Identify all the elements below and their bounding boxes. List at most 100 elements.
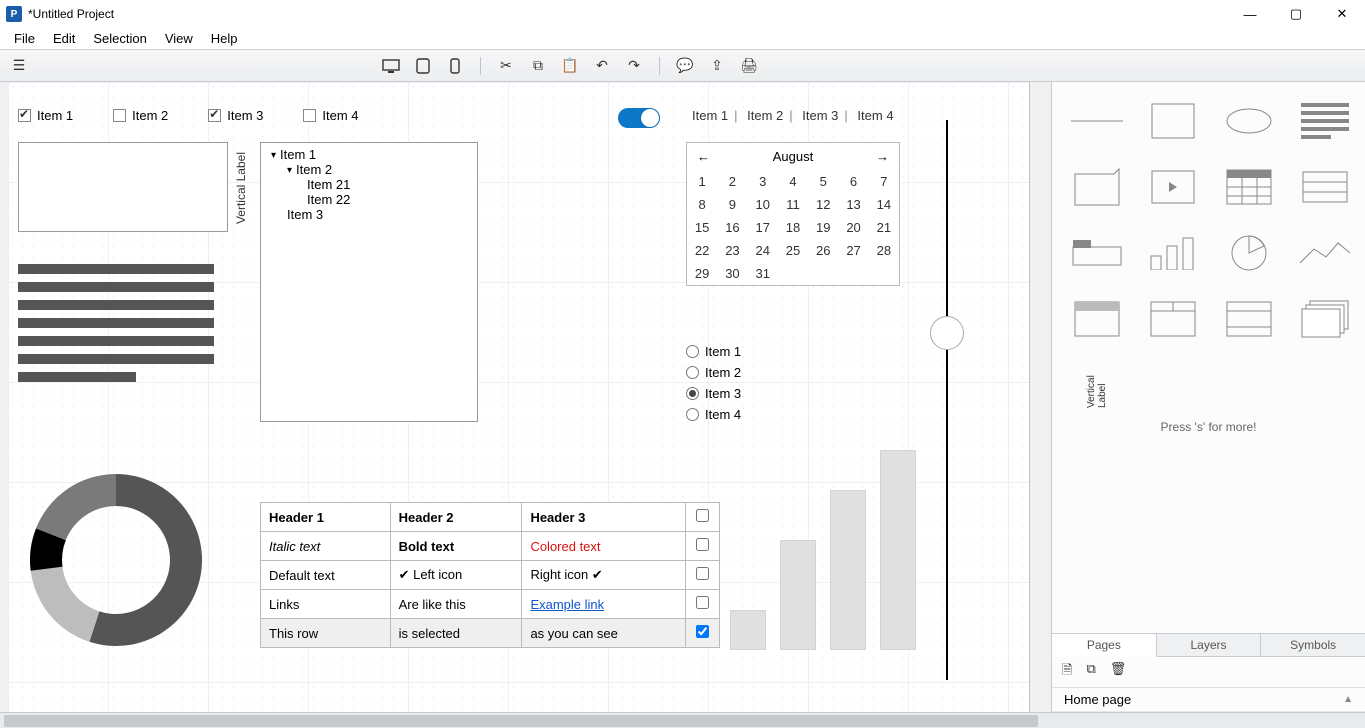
wf-textarea[interactable] [18,142,228,232]
calendar-day[interactable]: 17 [748,216,778,239]
redo-icon[interactable]: ↷ [623,55,645,77]
calendar-day[interactable]: 31 [748,262,778,285]
share-icon[interactable]: ⇪ [706,55,728,77]
calendar-day[interactable]: 3 [748,170,778,193]
scrollbar-thumb[interactable] [4,715,1038,727]
wf-calendar[interactable]: ← August → 12345678910111213141516171819… [686,142,900,286]
stencil-pie-icon[interactable] [1218,230,1280,276]
calendar-day[interactable]: 24 [748,239,778,262]
stencil-stack-icon[interactable] [1294,296,1356,342]
menu-selection[interactable]: Selection [85,29,154,48]
calendar-day[interactable]: 10 [748,193,778,216]
wf-checkbox-2[interactable]: Item 2 [113,108,168,123]
calendar-day[interactable]: 28 [869,239,899,262]
calendar-day[interactable]: 18 [778,216,808,239]
table-row[interactable]: LinksAre like thisExample link [261,590,720,619]
page-list-item[interactable]: Home page ▲ [1052,688,1365,712]
wf-checkbox-4[interactable]: Item 4 [303,108,358,123]
duplicate-page-icon[interactable]: ⧉ [1086,661,1095,683]
calendar-day[interactable]: 30 [717,262,747,285]
canvas[interactable]: Item 1 Item 2 Item 3 Item 4 Vertical Lab… [8,82,1030,712]
stencil-grid-icon[interactable] [1218,164,1280,210]
tree-item[interactable]: Item 2 [267,162,471,177]
calendar-day[interactable]: 16 [717,216,747,239]
stencil-bars-icon[interactable] [1142,230,1204,276]
table-row[interactable]: This rowis selectedas you can see [261,619,720,648]
page-list[interactable]: Home page ▲ [1052,688,1365,712]
calendar-day[interactable]: 23 [717,239,747,262]
tablet-icon[interactable] [412,55,434,77]
stencil-layout2-icon[interactable] [1142,296,1204,342]
calendar-day[interactable]: 1 [687,170,717,193]
stencil-browser-icon[interactable] [1066,296,1128,342]
calendar-day[interactable]: 25 [778,239,808,262]
stencil-linechart-icon[interactable] [1294,230,1356,276]
calendar-day[interactable]: 9 [717,193,747,216]
phone-icon[interactable] [444,55,466,77]
desktop-icon[interactable] [380,55,402,77]
canvas-area[interactable]: Item 1 Item 2 Item 3 Item 4 Vertical Lab… [0,82,1051,712]
breadcrumb-item[interactable]: Item 1 [692,108,728,123]
maximize-button[interactable]: ▢ [1273,0,1319,28]
comment-icon[interactable]: 💬 [674,55,696,77]
calendar-day[interactable]: 14 [869,193,899,216]
wf-switch[interactable] [618,108,660,128]
wf-radio-1[interactable]: Item 1 [686,344,741,359]
calendar-next-icon[interactable]: → [876,149,889,164]
breadcrumb-item[interactable]: Item 2 [747,108,783,123]
breadcrumb-item[interactable]: Item 3 [802,108,838,123]
wf-tree[interactable]: Item 1 Item 2 Item 21 Item 22 Item 3 [260,142,478,422]
menu-edit[interactable]: Edit [45,29,83,48]
wf-checkbox-1[interactable]: Item 1 [18,108,73,123]
menu-view[interactable]: View [157,29,201,48]
stencil-video-icon[interactable] [1142,164,1204,210]
calendar-day[interactable]: 15 [687,216,717,239]
calendar-day[interactable]: 2 [717,170,747,193]
close-button[interactable]: ✕ [1319,0,1365,28]
menu-file[interactable]: File [6,29,43,48]
print-icon[interactable]: 🖨 [738,55,760,77]
stencil-library[interactable]: Vertical Label Press 's' for more! [1052,82,1365,633]
wf-vertical-slider[interactable] [946,120,948,680]
page-toggle-icon[interactable]: ▲ [1343,694,1353,705]
wf-radio-3[interactable]: Item 3 [686,386,741,401]
hamburger-icon[interactable]: ☰ [8,55,30,77]
wf-radio-4[interactable]: Item 4 [686,407,741,422]
stencil-rect-icon[interactable] [1142,98,1204,144]
tab-pages[interactable]: Pages [1052,634,1157,657]
stencil-tabs-icon[interactable] [1066,230,1128,276]
stencil-vlabel-icon[interactable]: Vertical Label [1066,362,1128,408]
calendar-day[interactable]: 26 [808,239,838,262]
slider-knob[interactable] [930,316,964,350]
wf-checkbox-3[interactable]: Item 3 [208,108,263,123]
stencil-paragraph-icon[interactable] [1294,98,1356,144]
stencil-list-icon[interactable] [1294,164,1356,210]
calendar-prev-icon[interactable]: ← [697,149,710,164]
calendar-day[interactable]: 6 [838,170,868,193]
stencil-line-icon[interactable] [1066,98,1128,144]
calendar-day[interactable]: 13 [838,193,868,216]
stencil-ellipse-icon[interactable] [1218,98,1280,144]
calendar-day[interactable]: 5 [808,170,838,193]
cut-icon[interactable]: ✂ [495,55,517,77]
calendar-day[interactable]: 22 [687,239,717,262]
wf-radio-2[interactable]: Item 2 [686,365,741,380]
tree-item[interactable]: Item 22 [267,192,471,207]
tree-item[interactable]: Item 3 [267,207,471,222]
tab-layers[interactable]: Layers [1157,634,1262,656]
stencil-layout3-icon[interactable] [1218,296,1280,342]
copy-icon[interactable]: ⧉ [527,55,549,77]
table-header-checkbox[interactable] [686,503,720,532]
calendar-day[interactable]: 29 [687,262,717,285]
calendar-day[interactable]: 20 [838,216,868,239]
calendar-day[interactable]: 4 [778,170,808,193]
calendar-day[interactable]: 19 [808,216,838,239]
calendar-day[interactable]: 8 [687,193,717,216]
new-page-icon[interactable]: 🗎 [1062,661,1072,683]
breadcrumb-item[interactable]: Item 4 [857,108,893,123]
stencil-note-icon[interactable] [1066,164,1128,210]
table-row[interactable]: Default text✔ Left iconRight icon ✔ [261,561,720,590]
undo-icon[interactable]: ↶ [591,55,613,77]
tree-item[interactable]: Item 1 [267,147,471,162]
tree-item[interactable]: Item 21 [267,177,471,192]
